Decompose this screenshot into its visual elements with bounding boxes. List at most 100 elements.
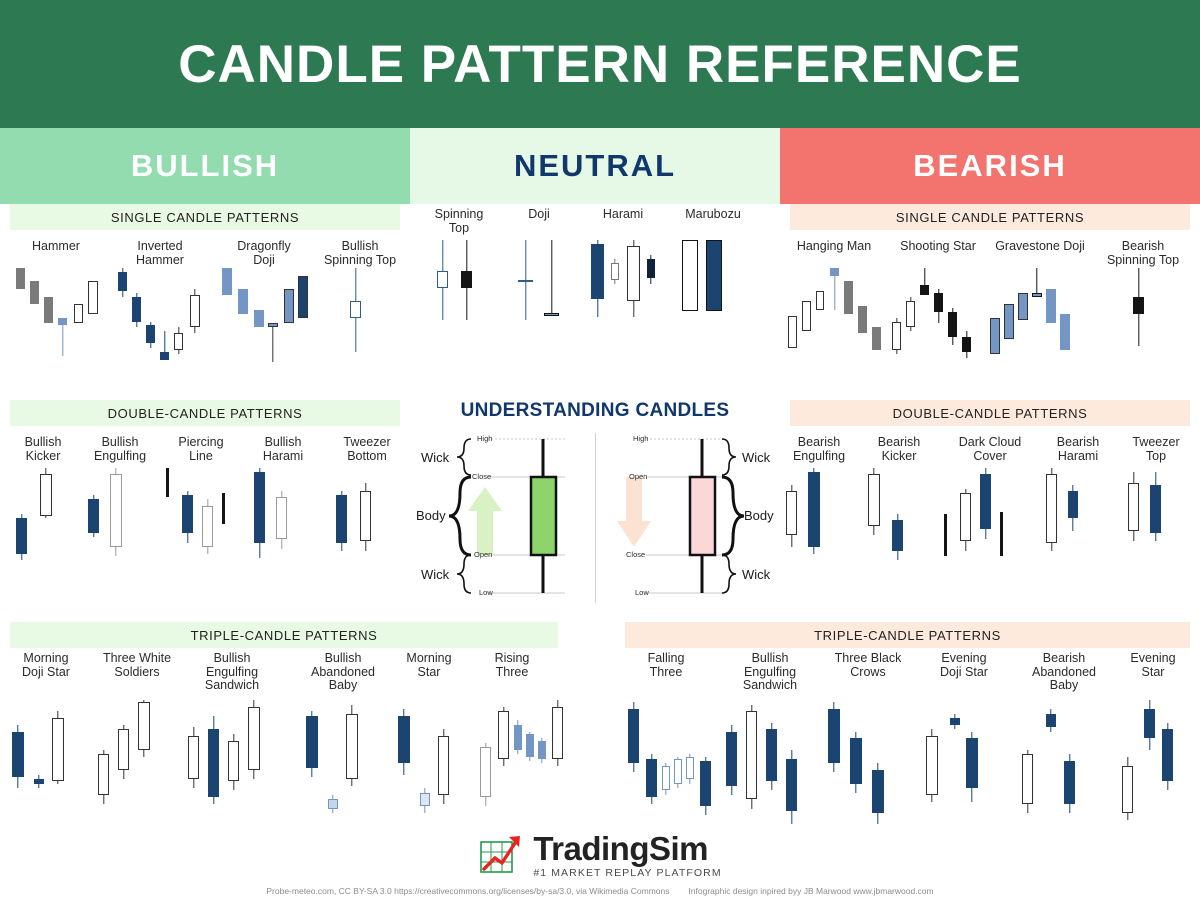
candle-body bbox=[438, 736, 449, 795]
pattern-label-line: Bearish bbox=[877, 435, 921, 449]
candle-body bbox=[284, 289, 294, 324]
pattern-label-line: Bullish bbox=[213, 651, 251, 665]
candle-body bbox=[627, 245, 640, 302]
candle-body bbox=[30, 281, 39, 305]
pattern-cell: Bullish Spinning Top bbox=[310, 239, 410, 380]
label-high-bullish: High bbox=[477, 434, 493, 443]
candle-body bbox=[298, 275, 308, 318]
category-band-neutral: NEUTRAL bbox=[410, 128, 780, 204]
pattern-label-line: Evening bbox=[1130, 651, 1176, 665]
candle-body bbox=[306, 715, 318, 768]
pattern-label: Tweezer Bottom bbox=[330, 435, 404, 463]
candle-body bbox=[498, 711, 509, 759]
pattern-label-line: Marubozu bbox=[685, 207, 741, 221]
candle-body bbox=[248, 706, 260, 771]
pattern-cell: Spinning Top bbox=[425, 207, 493, 348]
pattern-label-line: Harami bbox=[1057, 448, 1099, 463]
pattern-label: Inverted Hammer bbox=[112, 239, 208, 267]
pattern-label: Bearish Kicker bbox=[862, 435, 936, 463]
candle-body bbox=[1032, 292, 1042, 297]
candle-body bbox=[1060, 313, 1070, 351]
candle-body bbox=[88, 499, 99, 533]
candle-body bbox=[868, 474, 880, 527]
pattern-label-line: Star bbox=[417, 664, 441, 679]
pattern-cell: Three White Soldiers bbox=[92, 651, 182, 804]
pattern-cell: Three Black Crows bbox=[822, 651, 914, 825]
pattern-cell: Bearish Engulfing bbox=[780, 435, 858, 576]
pattern-cell: Harami bbox=[585, 207, 661, 350]
candle-body bbox=[1000, 511, 1003, 556]
bullish-candle-anatomy: High Close Open Low Wick Body Wick bbox=[415, 425, 596, 610]
candle-body bbox=[700, 761, 711, 807]
pattern-label-line: Engulfing bbox=[205, 664, 259, 679]
pattern-label-line: Three Black bbox=[834, 651, 902, 665]
candle-body bbox=[174, 333, 183, 351]
pattern-chart bbox=[944, 468, 1036, 588]
pattern-chart bbox=[216, 268, 312, 378]
candle-body bbox=[1046, 474, 1057, 544]
pattern-cell: Hanging Man bbox=[784, 239, 884, 380]
candle-body bbox=[892, 321, 901, 351]
candle-body bbox=[16, 268, 25, 290]
label-wick-top-bullish: Wick bbox=[421, 450, 450, 465]
pattern-chart bbox=[1095, 268, 1191, 378]
pattern-label-line: Spinning bbox=[434, 207, 484, 221]
pattern-cell: Hammer bbox=[8, 239, 104, 380]
pattern-chart bbox=[920, 700, 1008, 830]
pattern-label: Shooting Star bbox=[888, 239, 988, 254]
pattern-chart bbox=[246, 468, 320, 588]
candle-body bbox=[1064, 761, 1075, 804]
pattern-label: Morning Star bbox=[392, 651, 466, 679]
pattern-label-line: Tweezer bbox=[1132, 435, 1180, 449]
candle-body bbox=[16, 518, 27, 554]
pattern-cell: Bullish Engulfing bbox=[82, 435, 158, 576]
pattern-label-line: Gravestone Doji bbox=[995, 239, 1085, 253]
candle-body bbox=[788, 315, 797, 349]
candle-body bbox=[132, 296, 141, 322]
pattern-label-line: Piercing bbox=[178, 435, 224, 449]
page-title: CANDLE PATTERN REFERENCE bbox=[178, 34, 1022, 94]
pattern-cell: Shooting Star bbox=[888, 239, 988, 380]
candle-body bbox=[88, 281, 98, 314]
pattern-label-line: Rising bbox=[494, 651, 530, 665]
pattern-label: Marubozu bbox=[672, 207, 754, 222]
candle-body bbox=[844, 281, 853, 314]
candle-wick bbox=[272, 323, 274, 362]
pattern-cell: Tweezer Bottom bbox=[330, 435, 404, 576]
pattern-label-line: Bullish bbox=[341, 239, 379, 253]
candle-body bbox=[350, 300, 361, 318]
candle-body bbox=[646, 758, 657, 798]
candle-body bbox=[830, 268, 839, 276]
pattern-label: Tweezer Top bbox=[1122, 435, 1190, 463]
candle-body bbox=[118, 729, 129, 771]
label-low-bearish: Low bbox=[635, 588, 649, 597]
pattern-chart bbox=[585, 240, 661, 350]
pattern-label: Bullish Engulfing bbox=[82, 435, 158, 463]
candle-body bbox=[966, 738, 978, 789]
candle-body bbox=[872, 327, 881, 351]
attribution-left: Probe-meteo.com, CC BY-SA 3.0 https://cr… bbox=[266, 886, 670, 896]
pattern-cell: Rising Three bbox=[478, 651, 563, 807]
candle-body bbox=[948, 312, 957, 337]
pattern-label: Bearish Abandoned Baby bbox=[1016, 651, 1112, 693]
candle-body bbox=[892, 520, 903, 552]
candle-body bbox=[268, 323, 278, 328]
pattern-label-line: Baby bbox=[1049, 678, 1079, 692]
pattern-chart bbox=[10, 468, 76, 588]
candle-body bbox=[52, 718, 64, 782]
candle-body bbox=[254, 310, 264, 328]
pattern-label: Bullish Kicker bbox=[10, 435, 76, 463]
candle-body bbox=[110, 474, 122, 548]
label-low-bullish: Low bbox=[479, 588, 493, 597]
label-high-bearish: High bbox=[633, 434, 649, 443]
candle-body bbox=[647, 259, 655, 279]
pattern-label: Three Black Crows bbox=[822, 651, 914, 679]
pattern-chart bbox=[822, 700, 914, 830]
label-open-bearish: Open bbox=[629, 472, 648, 481]
pattern-cell: Doji bbox=[508, 207, 570, 348]
candle-body bbox=[138, 702, 150, 750]
candle-body bbox=[1004, 304, 1014, 339]
candle-body bbox=[336, 495, 347, 544]
pattern-label: Gravestone Doji bbox=[988, 239, 1092, 254]
pattern-chart bbox=[724, 700, 816, 830]
